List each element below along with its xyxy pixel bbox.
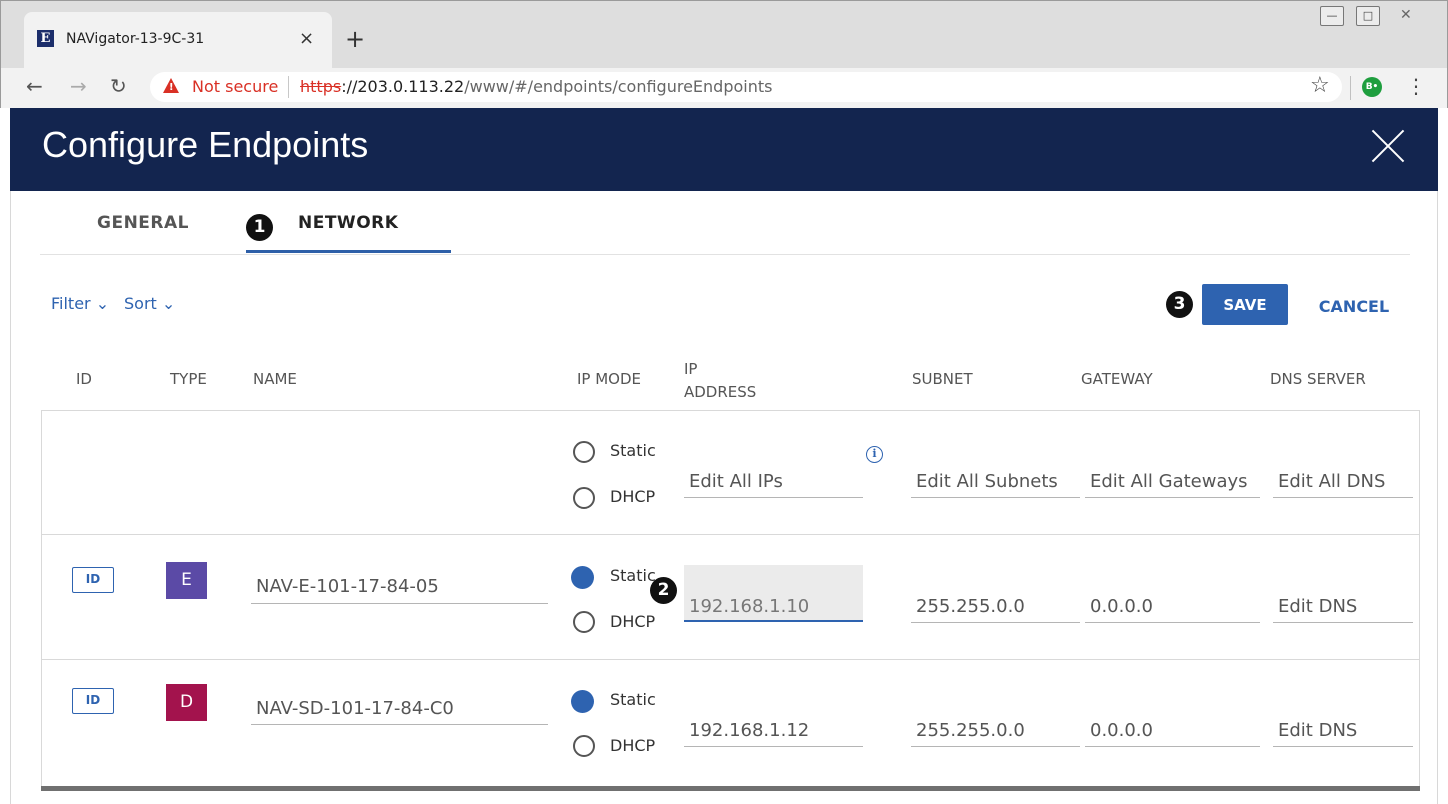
chevron-down-icon: ⌄ <box>161 294 176 313</box>
callout-2: 2 <box>650 577 677 604</box>
browser-menu-icon[interactable]: ⋮ <box>1406 74 1426 98</box>
bulk-static-radio[interactable] <box>573 441 595 463</box>
dns-field[interactable]: Edit DNS <box>1278 596 1357 617</box>
column-header-id[interactable]: ID <box>76 370 92 388</box>
bulk-dhcp-radio[interactable] <box>573 487 595 509</box>
dhcp-label: DHCP <box>610 612 656 631</box>
extension-separator <box>1350 76 1351 100</box>
edit-all-dns-field[interactable]: Edit All DNS <box>1278 471 1385 492</box>
url-protocol: https <box>300 77 342 96</box>
edit-all-gateways-field[interactable]: Edit All Gateways <box>1090 471 1248 492</box>
static-radio-selected[interactable] <box>571 690 594 713</box>
maximize-window-icon[interactable]: □ <box>1356 6 1380 26</box>
dns-underline <box>1273 622 1413 623</box>
edit-all-subnets-field[interactable]: Edit All Subnets <box>916 471 1058 492</box>
forward-arrow-icon[interactable]: → <box>70 74 87 98</box>
address-separator <box>288 76 289 98</box>
close-dialog-icon[interactable] <box>1370 128 1406 164</box>
subnet-field[interactable]: 255.255.0.0 <box>916 720 1025 741</box>
new-tab-icon[interactable]: + <box>345 27 365 51</box>
tab-general[interactable]: GENERAL <box>97 213 189 233</box>
warning-mark: ! <box>169 82 174 93</box>
column-header-ip-line1[interactable]: IP <box>684 360 697 378</box>
endpoint-name-underline <box>251 724 548 725</box>
static-label: Static <box>610 690 656 709</box>
callout-3: 3 <box>1166 291 1193 318</box>
ip-address-field[interactable]: 192.168.1.12 <box>689 720 809 741</box>
reload-icon[interactable]: ↻ <box>110 74 127 98</box>
gateway-underline <box>1085 622 1260 623</box>
table-bottom-scroll-edge <box>41 786 1420 791</box>
bulk-dhcp-label: DHCP <box>610 487 656 506</box>
dhcp-radio[interactable] <box>573 735 595 757</box>
url-path: /www/#/endpoints/configureEndpoints <box>464 77 773 96</box>
tab-network[interactable]: NETWORK <box>298 213 398 233</box>
favicon-icon: E <box>37 30 54 47</box>
dns-field[interactable]: Edit DNS <box>1278 720 1357 741</box>
endpoint-id-button[interactable]: ID <box>72 567 114 593</box>
frame-border-right <box>1437 191 1438 804</box>
security-status[interactable]: Not secure <box>192 77 278 96</box>
ip-address-underline <box>684 746 863 747</box>
endpoint-type-badge: D <box>166 684 207 721</box>
ip-address-value: 192.168.1.10 <box>689 596 810 617</box>
browser-tab-title: NAVigator-13-9C-31 <box>66 31 205 47</box>
column-header-type[interactable]: TYPE <box>170 370 207 388</box>
subnet-field[interactable]: 255.255.0.0 <box>916 596 1025 617</box>
back-arrow-icon[interactable]: ← <box>26 74 43 98</box>
close-tab-icon[interactable]: × <box>299 29 314 49</box>
endpoint-name-underline <box>251 603 548 604</box>
bookmark-star-icon[interactable]: ☆ <box>1310 74 1330 98</box>
static-radio-selected[interactable] <box>571 566 594 589</box>
sort-dropdown[interactable]: Sort ⌄ <box>124 294 175 313</box>
chevron-down-icon: ⌄ <box>95 294 110 313</box>
minimize-window-icon[interactable]: — <box>1320 6 1344 26</box>
filter-dropdown[interactable]: Filter ⌄ <box>51 294 109 313</box>
page-title: Configure Endpoints <box>42 124 369 165</box>
sort-label: Sort <box>124 294 157 313</box>
frame-border-left <box>10 191 11 804</box>
info-icon[interactable]: i <box>866 446 883 463</box>
endpoint-name-field[interactable]: NAV-SD-101-17-84-C0 <box>256 698 454 719</box>
dhcp-radio[interactable] <box>573 611 595 633</box>
column-header-ip-line2[interactable]: ADDRESS <box>684 383 756 401</box>
url-host: ://203.0.113.22 <box>341 77 465 96</box>
column-header-ip-mode[interactable]: IP MODE <box>577 370 641 388</box>
gateway-underline <box>1085 746 1260 747</box>
save-button[interactable]: SAVE <box>1202 284 1288 325</box>
column-header-dns[interactable]: DNS SERVER <box>1270 370 1366 388</box>
close-window-icon[interactable]: ✕ <box>1400 7 1412 23</box>
column-header-name[interactable]: NAME <box>253 370 297 388</box>
address-url[interactable]: https://203.0.113.22/www/#/endpoints/con… <box>300 77 772 96</box>
edit-all-dns-underline <box>1273 497 1413 498</box>
filter-label: Filter <box>51 294 91 313</box>
dhcp-label: DHCP <box>610 736 656 755</box>
active-tab-indicator <box>246 250 451 253</box>
subnet-underline <box>911 622 1080 623</box>
edit-all-gateways-underline <box>1085 497 1260 498</box>
tab-divider <box>40 254 1410 255</box>
gateway-field[interactable]: 0.0.0.0 <box>1090 596 1153 617</box>
bulk-static-label: Static <box>610 441 656 460</box>
cancel-button[interactable]: CANCEL <box>1310 287 1398 325</box>
edit-all-ips-field[interactable]: Edit All IPs <box>689 471 783 492</box>
edit-all-ips-underline <box>684 497 863 498</box>
static-label: Static <box>610 566 656 585</box>
subnet-underline <box>911 746 1080 747</box>
endpoint-type-badge: E <box>166 562 207 599</box>
row-divider <box>41 659 1420 660</box>
callout-1: 1 <box>246 214 273 241</box>
endpoint-name-field[interactable]: NAV-E-101-17-84-05 <box>256 576 439 597</box>
edit-all-subnets-underline <box>911 497 1080 498</box>
extension-icon[interactable]: B• <box>1362 77 1382 97</box>
endpoint-id-button[interactable]: ID <box>72 688 114 714</box>
gateway-field[interactable]: 0.0.0.0 <box>1090 720 1153 741</box>
column-header-subnet[interactable]: SUBNET <box>912 370 973 388</box>
column-header-gateway[interactable]: GATEWAY <box>1081 370 1153 388</box>
row-divider <box>41 534 1420 535</box>
dns-underline <box>1273 746 1413 747</box>
